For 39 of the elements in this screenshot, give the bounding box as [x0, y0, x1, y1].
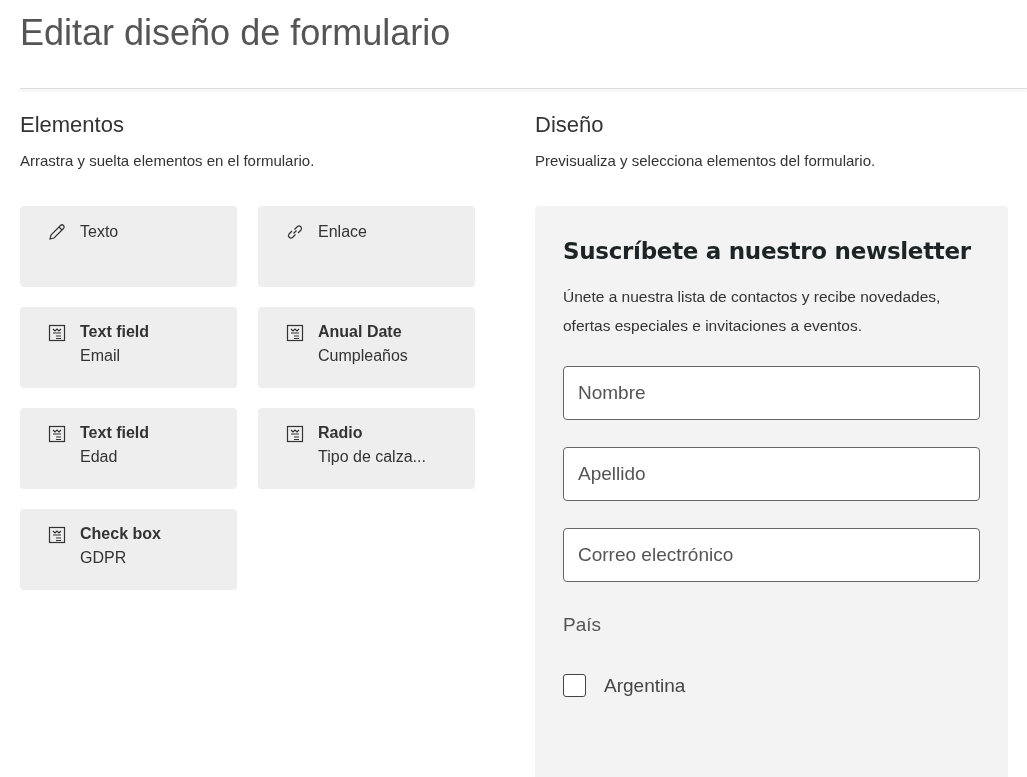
form-intro: Únete a nuestra lista de contactos y recibe novedades, ofertas especiales e invitaciones a eventos. [563, 287, 942, 336]
section-description: Arrastra y suelta elementos en el formulario. [20, 152, 316, 169]
group-label: País [563, 614, 603, 636]
card-label: Check box [80, 525, 161, 543]
section-heading: Elementos [20, 112, 125, 138]
card-label: Text field [80, 323, 150, 341]
form-icon [285, 323, 305, 343]
section-description: Previsualiza y selecciona elementos del formulario. [535, 152, 877, 169]
card-sublabel: Cumpleaños [318, 347, 408, 365]
input-field[interactable]: Correo electrónico [563, 528, 980, 582]
card-label: Anual Date [318, 323, 403, 341]
element-card[interactable]: Radio Tipo de calza... [258, 408, 475, 489]
card-sublabel: GDPR [80, 549, 128, 567]
card-label: Enlace [318, 222, 367, 242]
pencil-icon [47, 222, 67, 242]
input-field[interactable]: Nombre [563, 366, 980, 420]
input-field[interactable]: Apellido [563, 447, 980, 501]
card-sublabel: Edad [80, 448, 119, 466]
form-title: Suscríbete a nuestro newsletter [563, 238, 972, 264]
element-card[interactable]: Text field Email [20, 307, 237, 388]
card-label: Texto [80, 222, 119, 242]
element-card[interactable]: Check box GDPR [20, 509, 237, 590]
form-icon [285, 424, 305, 444]
card-sublabel: Tipo de calza... [318, 448, 426, 466]
element-card[interactable]: Text field Edad [20, 408, 237, 489]
card-label: Radio [318, 424, 364, 442]
form-icon [47, 323, 67, 343]
page-title: Editar diseño de formulario [19, 11, 452, 55]
form-icon [47, 525, 67, 545]
section-heading: Diseño [535, 112, 605, 138]
element-card[interactable]: Enlace [258, 206, 475, 287]
form-icon [47, 424, 67, 444]
element-card[interactable]: Anual Date Cumpleaños [258, 307, 475, 388]
link-icon [285, 222, 305, 242]
card-sublabel: Email [80, 347, 121, 365]
checkbox[interactable] [563, 674, 586, 697]
card-label: Text field [80, 424, 150, 442]
option-label: Argentina [604, 674, 686, 697]
element-card[interactable]: Texto [20, 206, 237, 287]
